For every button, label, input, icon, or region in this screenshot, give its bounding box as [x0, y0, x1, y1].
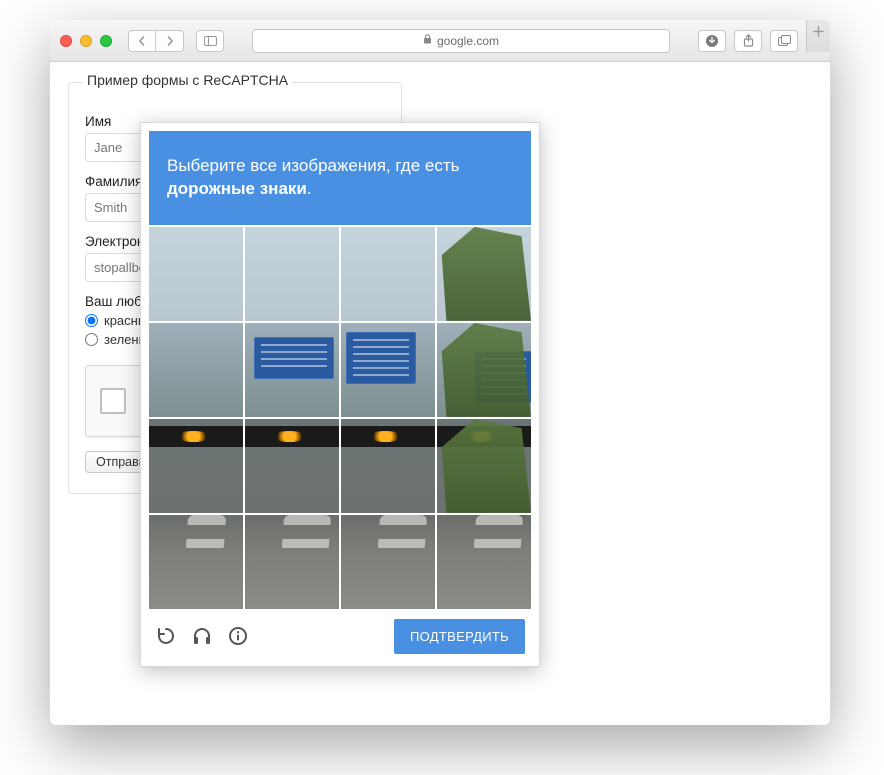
recaptcha-checkbox[interactable]: [100, 388, 126, 414]
tile-2-3[interactable]: [341, 323, 435, 417]
challenge-grid: [149, 227, 531, 609]
back-button[interactable]: [128, 30, 156, 52]
minimize-window-button[interactable]: [80, 35, 92, 47]
downloads-button[interactable]: [698, 30, 726, 52]
close-window-button[interactable]: [60, 35, 72, 47]
lock-icon: [423, 34, 432, 47]
sidebar-toggle-group: [196, 30, 224, 52]
toolbar-right: [698, 30, 798, 52]
headphones-icon: [192, 626, 212, 646]
share-icon: [743, 34, 754, 47]
tile-3-3[interactable]: [341, 419, 435, 513]
tile-2-4[interactable]: [437, 323, 531, 417]
challenge-footer: ПОДТВЕРДИТЬ: [149, 609, 531, 658]
chevron-right-icon: [165, 36, 175, 46]
tabs-icon: [778, 35, 791, 46]
chevron-left-icon: [137, 36, 147, 46]
browser-window: google.com Пример формы с ReCAPTCHA Имя …: [50, 20, 830, 725]
url-text: google.com: [437, 34, 499, 48]
address-bar[interactable]: google.com: [252, 29, 670, 53]
download-icon: [705, 34, 719, 48]
challenge-instruction: Выберите все изображения, где есть дорож…: [149, 131, 531, 225]
radio-red[interactable]: [85, 314, 98, 327]
page-content: Пример формы с ReCAPTCHA Имя Фамилия Эле…: [50, 62, 830, 725]
tile-3-2[interactable]: [245, 419, 339, 513]
tile-4-3[interactable]: [341, 515, 435, 609]
tile-3-1[interactable]: [149, 419, 243, 513]
instruction-prefix: Выберите все изображения, где есть: [167, 156, 460, 175]
tile-4-1[interactable]: [149, 515, 243, 609]
tile-1-1[interactable]: [149, 227, 243, 321]
tile-2-1[interactable]: [149, 323, 243, 417]
nav-back-forward: [128, 30, 184, 52]
info-icon: [228, 626, 248, 646]
tile-4-4[interactable]: [437, 515, 531, 609]
share-button[interactable]: [734, 30, 762, 52]
maximize-window-button[interactable]: [100, 35, 112, 47]
new-tab-button[interactable]: [806, 20, 830, 52]
tile-2-2[interactable]: [245, 323, 339, 417]
forward-button[interactable]: [156, 30, 184, 52]
instruction-suffix: .: [307, 179, 312, 198]
reload-icon: [156, 626, 176, 646]
window-controls: [60, 35, 112, 47]
audio-challenge-button[interactable]: [191, 625, 213, 647]
info-button[interactable]: [227, 625, 249, 647]
verify-button[interactable]: ПОДТВЕРДИТЬ: [394, 619, 525, 654]
instruction-target: дорожные знаки: [167, 179, 307, 198]
plus-icon: [813, 26, 824, 37]
sidebar-toggle-button[interactable]: [196, 30, 224, 52]
form-legend: Пример формы с ReCAPTCHA: [83, 72, 292, 88]
sidebar-icon: [204, 36, 217, 46]
tile-1-3[interactable]: [341, 227, 435, 321]
tile-1-2[interactable]: [245, 227, 339, 321]
tile-1-4[interactable]: [437, 227, 531, 321]
reload-challenge-button[interactable]: [155, 625, 177, 647]
recaptcha-challenge: Выберите все изображения, где есть дорож…: [140, 122, 540, 667]
radio-green[interactable]: [85, 333, 98, 346]
tabs-button[interactable]: [770, 30, 798, 52]
tile-4-2[interactable]: [245, 515, 339, 609]
titlebar: google.com: [50, 20, 830, 62]
tile-3-4[interactable]: [437, 419, 531, 513]
